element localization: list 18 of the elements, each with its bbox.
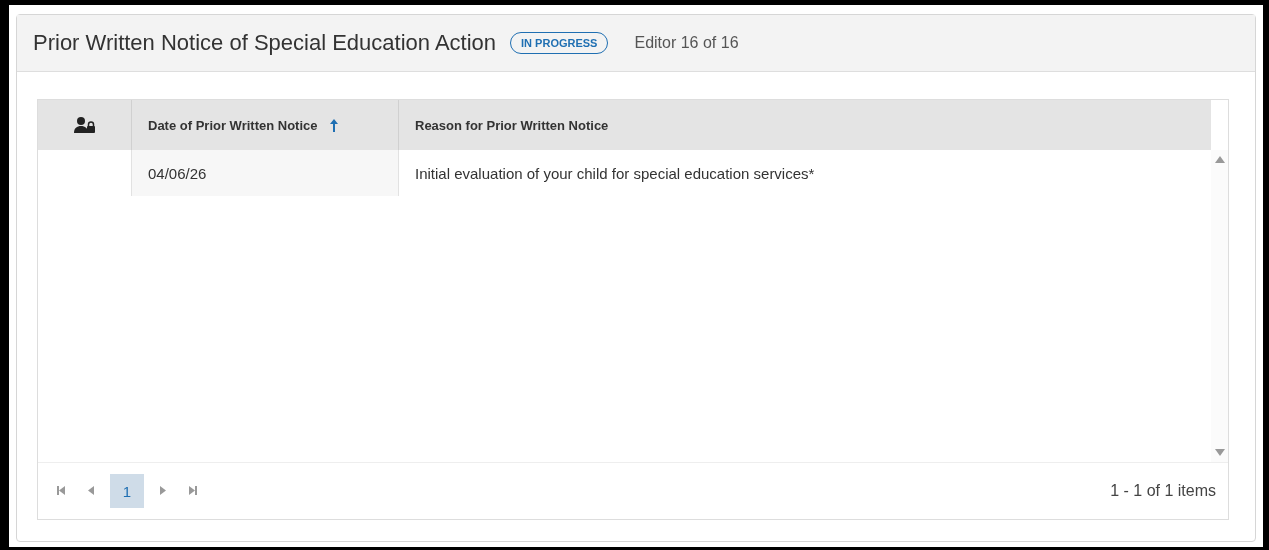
user-lock-icon — [73, 117, 96, 133]
column-header[interactable] — [38, 100, 131, 150]
column-label: Reason for Prior Written Notice — [415, 117, 609, 133]
column-header[interactable]: Reason for Prior Written Notice — [398, 100, 1211, 150]
first-page-icon[interactable] — [57, 485, 65, 495]
items-summary: 1 - 1 of 1 items — [1110, 482, 1216, 500]
scroll-down-icon[interactable] — [1214, 449, 1225, 456]
page-title: Prior Written Notice of Special Education Action — [33, 30, 497, 56]
column-label: Date of Prior Written Notice — [148, 117, 318, 133]
previous-page-icon[interactable] — [88, 485, 94, 495]
last-page-icon[interactable] — [189, 485, 197, 495]
editor-counter: Editor 16 of 16 — [634, 34, 739, 52]
scroll-up-icon[interactable] — [1214, 156, 1225, 163]
column-header[interactable]: Date of Prior Written Notice — [131, 100, 398, 150]
sort-arrow-icon — [329, 118, 338, 132]
table-cell: 04/06/26 — [131, 150, 398, 196]
page-button[interactable]: 1 — [110, 474, 144, 508]
next-page-icon[interactable] — [160, 485, 166, 495]
